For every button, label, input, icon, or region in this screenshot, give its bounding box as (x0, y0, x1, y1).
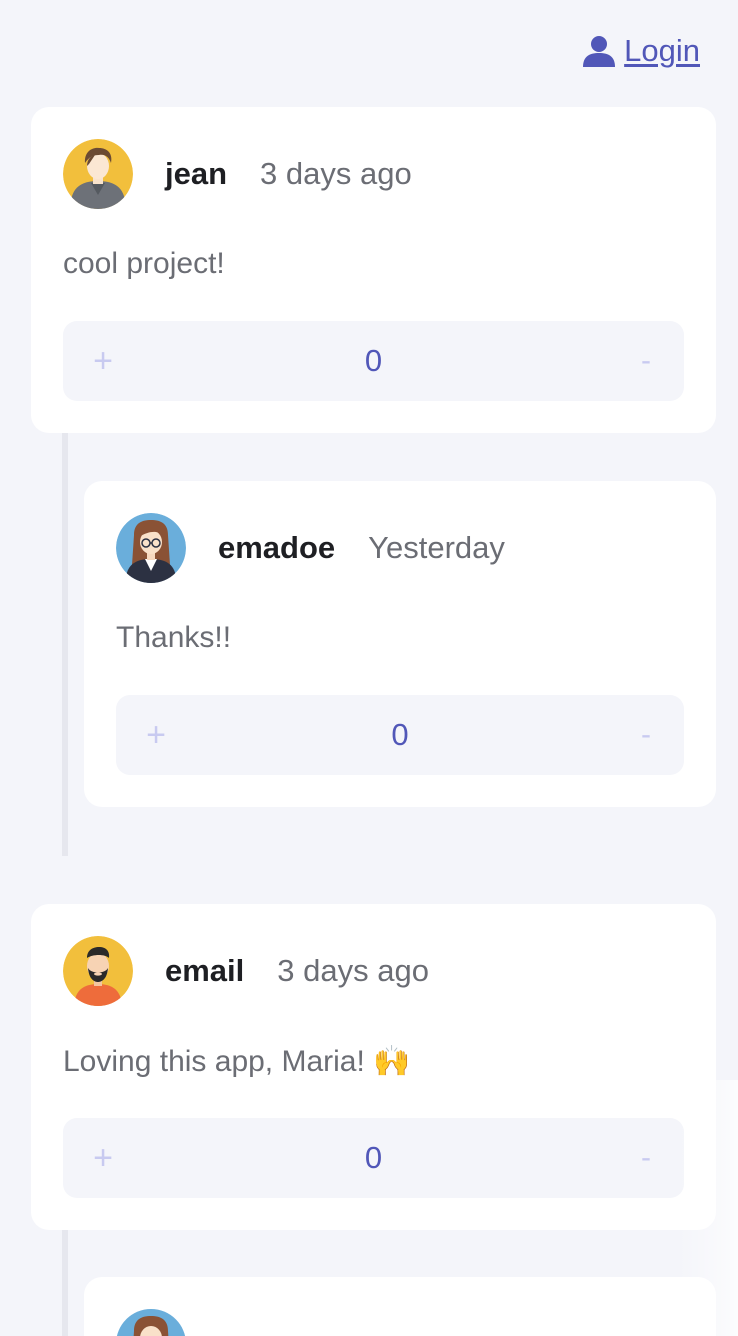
comment-text: cool project! (63, 247, 225, 280)
downvote-button[interactable]: - (616, 321, 676, 401)
username[interactable]: jean (165, 156, 227, 192)
vote-count: 0 (391, 717, 409, 752)
comment-card: jean 3 days ago cool project! + 0 - (31, 107, 716, 433)
login-label[interactable]: Login (624, 33, 700, 69)
avatar (63, 936, 133, 1006)
reply-card (84, 1277, 716, 1336)
comment-header: jean 3 days ago (63, 139, 412, 209)
comment-header: emadoe Yesterday (116, 513, 505, 583)
comment-time: Yesterday (368, 530, 505, 565)
vote-bar: + 0 - (63, 1118, 684, 1198)
vote-bar: + 0 - (63, 321, 684, 401)
username[interactable]: emadoe (218, 530, 335, 566)
avatar (116, 1309, 186, 1336)
username[interactable]: email (165, 953, 244, 989)
reply-card: emadoe Yesterday Thanks!! + 0 - (84, 481, 716, 807)
avatar (116, 513, 186, 583)
comment-text: Thanks!! (116, 621, 232, 654)
comment-time: 3 days ago (277, 953, 429, 988)
comment-header: email 3 days ago (63, 936, 429, 1006)
upvote-button[interactable]: + (126, 695, 186, 775)
vote-bar: + 0 - (116, 695, 684, 775)
comments-page: Login jean 3 days ago cool project! + 0 … (0, 0, 738, 1336)
reply-thread-line (62, 1230, 68, 1336)
user-icon (582, 34, 616, 68)
comment-time: 3 days ago (260, 156, 412, 191)
upvote-button[interactable]: + (73, 321, 133, 401)
comment-text: Loving this app, Maria! 🙌 (63, 1045, 411, 1078)
downvote-button[interactable]: - (616, 695, 676, 775)
reply-thread-line (62, 433, 68, 856)
upvote-button[interactable]: + (73, 1118, 133, 1198)
comment-card: email 3 days ago Loving this app, Maria!… (31, 904, 716, 1230)
downvote-button[interactable]: - (616, 1118, 676, 1198)
vote-count: 0 (364, 1140, 383, 1175)
login-link[interactable]: Login (582, 33, 700, 69)
avatar (63, 139, 133, 209)
vote-count: 0 (364, 343, 383, 378)
